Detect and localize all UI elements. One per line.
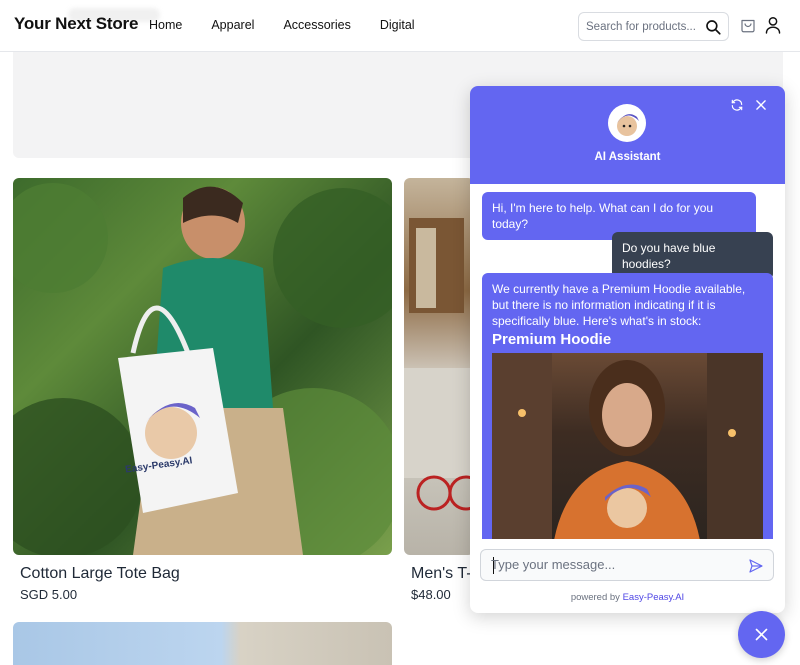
assistant-avatar bbox=[608, 104, 646, 142]
product-image-3[interactable] bbox=[13, 622, 392, 665]
search-input[interactable]: Search for products... bbox=[578, 12, 729, 41]
bot-message-text: We currently have a Premium Hoodie avail… bbox=[492, 282, 746, 328]
powered-by: powered by Easy-Peasy.AI bbox=[470, 592, 785, 603]
user-message-text: Do you have blue hoodies? bbox=[622, 241, 716, 271]
street-photo bbox=[404, 218, 474, 511]
chat-input-field[interactable] bbox=[480, 549, 774, 581]
powered-prefix: powered by bbox=[570, 592, 620, 603]
close-icon bbox=[755, 628, 768, 641]
main-nav: Home Apparel Accessories Digital bbox=[149, 18, 444, 32]
user-icon[interactable] bbox=[765, 16, 781, 34]
product-name[interactable]: Cotton Large Tote Bag bbox=[20, 565, 180, 583]
store-logo[interactable]: Your Next Store bbox=[14, 14, 138, 34]
chat-widget: AI Assistant Hi, I'm here to help. What … bbox=[470, 86, 785, 613]
product-image-tote[interactable]: Easy-Peasy.AI bbox=[13, 178, 392, 555]
search-icon[interactable] bbox=[704, 18, 722, 36]
product-image-tshirt[interactable] bbox=[404, 178, 474, 555]
chat-messages: Hi, I'm here to help. What can I do for … bbox=[470, 184, 785, 539]
nav-apparel[interactable]: Apparel bbox=[211, 18, 254, 32]
chat-message-input[interactable] bbox=[491, 557, 741, 572]
close-icon[interactable] bbox=[754, 98, 768, 112]
chat-header: AI Assistant bbox=[470, 86, 785, 184]
product-card-image[interactable] bbox=[492, 353, 763, 539]
mascot-icon bbox=[617, 114, 639, 136]
search-placeholder: Search for products... bbox=[586, 21, 696, 33]
cart-icon[interactable] bbox=[739, 16, 757, 34]
tote-photo bbox=[13, 183, 392, 555]
chat-title: AI Assistant bbox=[594, 151, 661, 163]
powered-brand-link[interactable]: Easy-Peasy.AI bbox=[623, 592, 685, 603]
chat-toggle-button[interactable] bbox=[738, 611, 785, 658]
bot-message-text: Hi, I'm here to help. What can I do for … bbox=[492, 201, 714, 231]
send-icon[interactable] bbox=[748, 558, 764, 574]
bot-message: We currently have a Premium Hoodie avail… bbox=[482, 273, 773, 539]
nav-digital[interactable]: Digital bbox=[380, 18, 415, 32]
product-price: $48.00 bbox=[411, 587, 451, 602]
product-price: SGD 5.00 bbox=[20, 587, 78, 602]
refresh-icon[interactable] bbox=[730, 98, 744, 112]
nav-home[interactable]: Home bbox=[149, 18, 182, 32]
product-card-title[interactable]: Premium Hoodie bbox=[492, 332, 763, 348]
site-header: Your Next Store Home Apparel Accessories… bbox=[0, 0, 800, 52]
nav-accessories[interactable]: Accessories bbox=[283, 18, 350, 32]
hoodie-photo bbox=[492, 353, 763, 539]
product-name[interactable]: Men's T- bbox=[411, 565, 472, 583]
